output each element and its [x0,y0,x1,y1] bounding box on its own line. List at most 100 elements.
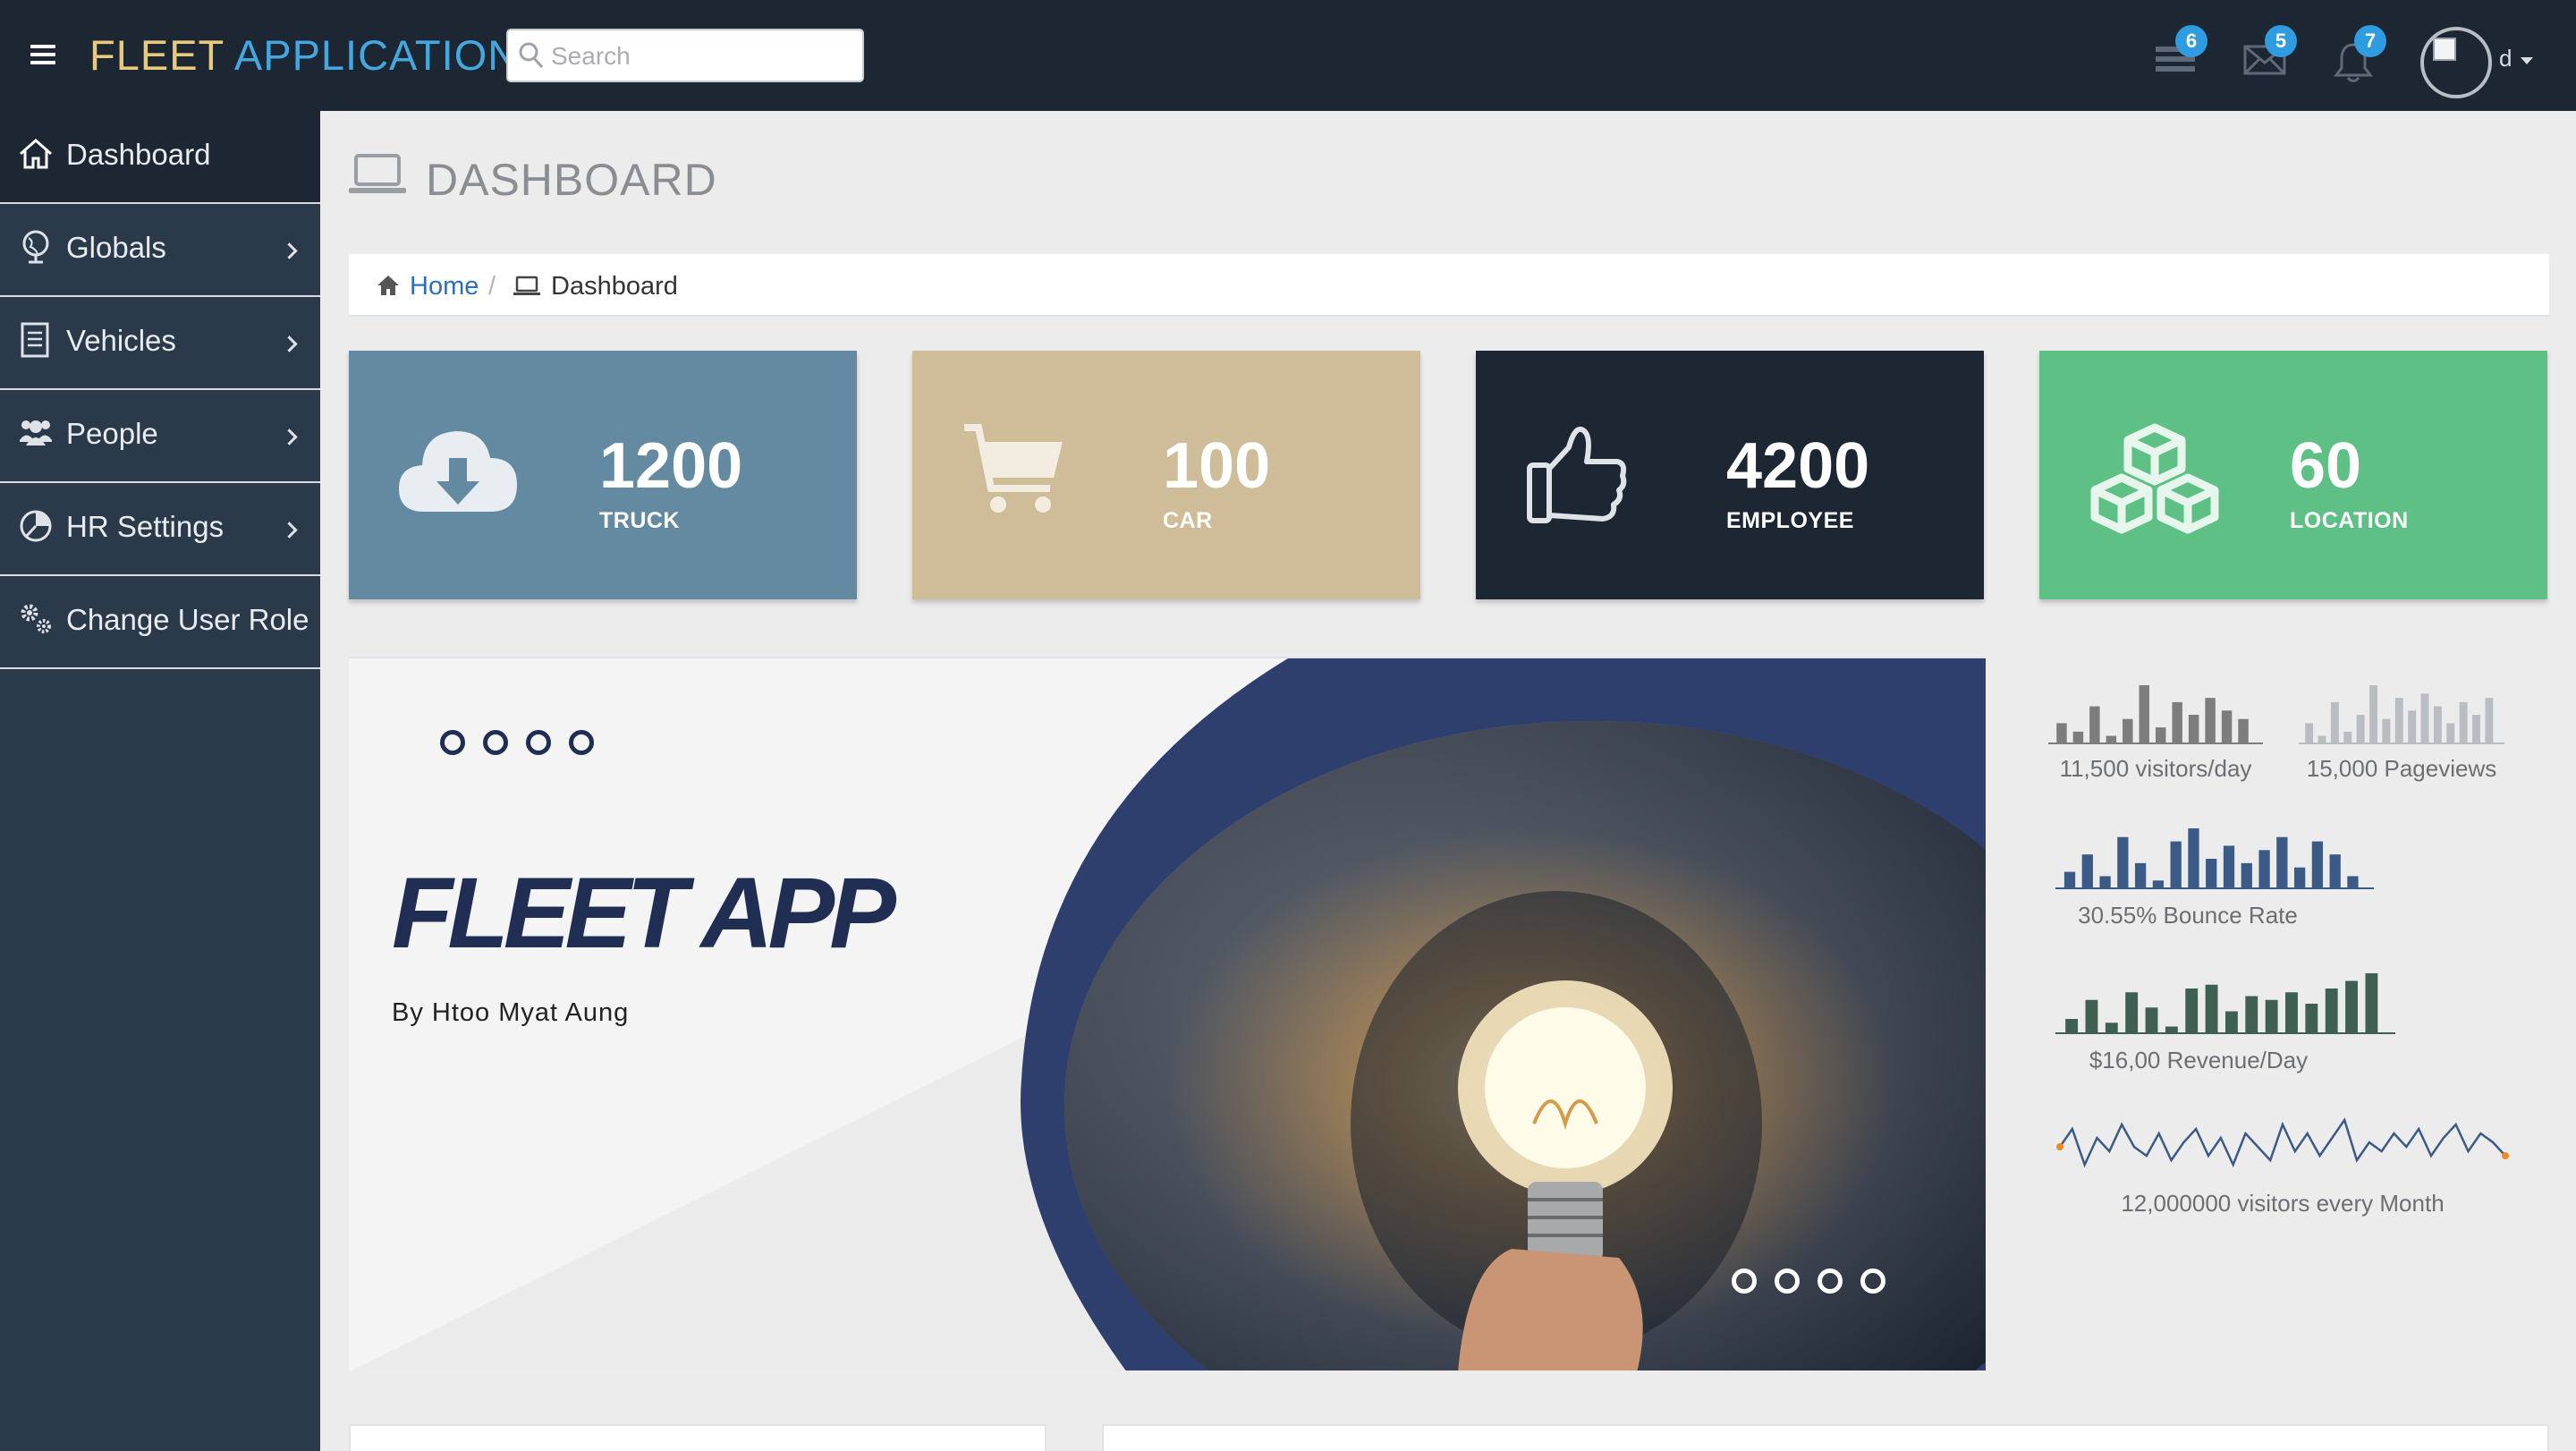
search-icon [519,42,544,69]
sparkline-bar [2258,850,2270,889]
sparkline-bar [2105,1022,2118,1034]
sparkline-bar [2485,698,2494,744]
stat-value: 4200 [1726,430,1870,502]
stat-bounce-rate: 30.55% Bounce Rate [2055,823,2374,936]
stat-pageviews: 15,000 Pageviews [2299,680,2504,787]
sparkline-bar [2117,836,2129,889]
broken-image-icon [2433,38,2456,61]
home-icon [377,276,399,295]
stat-card-car[interactable]: 100 CAR [912,351,1420,599]
sidebar-item-hr-settings[interactable]: HR Settings [0,483,320,576]
sidebar-item-label: Vehicles [66,324,176,357]
search-input[interactable] [551,38,855,75]
pie-chart-icon [20,510,52,542]
carousel-dot[interactable] [526,730,551,755]
sidebar-item-label: Dashboard [66,138,211,171]
stat-caption: 30.55% Bounce Rate [2078,902,2298,929]
globe-icon [22,230,49,264]
chevron-right-icon [281,335,298,352]
menu-toggle-icon[interactable] [30,45,55,64]
sparkline-bar [2365,973,2378,1034]
notifications-button[interactable]: 7 [2329,25,2386,82]
banner-subtitle: By Htoo Myat Aung [392,998,630,1027]
sparkline-bar [2206,859,2217,889]
shopping-cart-icon [964,424,1063,513]
brand-part1: FLEET [89,31,225,79]
sparkline-bar [2265,999,2278,1034]
carousel-dot[interactable] [1732,1269,1757,1294]
top-navbar: FLEET APPLICATION 6 5 7 [0,0,2576,111]
sparkline-bar [2446,723,2455,744]
sparkline-bar [2329,854,2341,889]
sparkline-bar [2205,984,2218,1034]
carousel-dot[interactable] [483,730,508,755]
breadcrumb-home-link[interactable]: Home [410,272,479,301]
tasks-button[interactable]: 6 [2150,25,2207,82]
sparkline-bar [2221,710,2233,744]
monthly-visitors-line-sparkline [2056,1117,2509,1168]
breadcrumb-separator: / [488,272,496,301]
sparkline-bar [2356,715,2365,744]
user-name[interactable]: d [2499,45,2512,72]
sparkline-bar [2152,880,2165,889]
chevron-down-icon[interactable] [2521,57,2533,64]
carousel-dot[interactable] [1818,1269,1843,1294]
bottom-panel-left [349,1424,1046,1451]
sparkline-bar [2347,876,2359,889]
sidebar-item-people[interactable]: People [0,390,320,483]
sparkline-endpoint [2502,1152,2509,1159]
app-brand[interactable]: FLEET APPLICATION [89,30,519,81]
sparkline-bar [2056,723,2067,744]
sidebar-item-dashboard[interactable]: Dashboard [0,111,320,204]
brand-part2: APPLICATION [233,31,520,79]
chevron-right-icon [281,242,298,259]
sparkline-bar [2311,841,2324,889]
sparkline-bar [2106,735,2117,744]
stat-card-location[interactable]: 60 LOCATION [2039,351,2547,599]
notifications-count-badge: 7 [2354,25,2386,57]
sparkline-bar [2325,989,2338,1034]
sparkline-bar [2241,862,2252,889]
cubes-icon [2090,423,2219,534]
sidebar-item-change-user-role[interactable]: Change User Role [0,576,320,669]
avatar[interactable] [2420,27,2492,98]
sparkline-bar [2420,693,2429,744]
sparkline-bar [2276,836,2288,889]
stat-visitors-day: 11,500 visitors/day [2048,680,2263,787]
stat-card-employee[interactable]: 4200 EMPLOYEE [1476,351,1984,599]
sparkline-bar [2285,992,2298,1034]
messages-button[interactable]: 5 [2240,25,2297,82]
chevron-right-icon [281,429,298,445]
sidebar: Dashboard Globals Vehicles People HR Set… [0,111,320,1451]
carousel-dot[interactable] [1775,1269,1800,1294]
sparkline-bar [2408,710,2417,744]
stat-card-truck[interactable]: 1200 TRUCK [349,351,857,599]
breadcrumb: Home / Dashboard [349,254,2549,317]
sparkline-bar [2123,718,2133,744]
sparkline-bar [2170,841,2182,889]
sidebar-item-vehicles[interactable]: Vehicles [0,297,320,390]
page-title: DASHBOARD [426,155,717,205]
stat-value: 100 [1163,430,1271,502]
carousel-dot[interactable] [1860,1269,1885,1294]
sparkline-bar [2188,828,2199,889]
stat-caption: 12,000000 visitors every Month [2121,1190,2445,1217]
carousel-dot[interactable] [569,730,594,755]
sparkline-bar [2135,862,2147,889]
stat-label: TRUCK [599,508,680,533]
carousel-dot[interactable] [440,730,465,755]
tasks-count-badge: 6 [2175,25,2207,57]
sidebar-item-globals[interactable]: Globals [0,204,320,297]
sparkline-bar [2305,1004,2318,1034]
home-icon [20,138,52,169]
sparkline-bar [2188,715,2199,744]
sidebar-item-label: HR Settings [66,510,225,543]
stat-caption: $16,00 Revenue/Day [2089,1047,2309,1073]
sparkline-bar [2081,854,2093,889]
sparkline-endpoint [2056,1143,2063,1150]
sparkline-bar [2165,1026,2178,1034]
sparkline-bar [2225,1011,2238,1034]
sidebar-item-label: Change User Role [66,603,309,636]
search-box[interactable] [506,29,864,82]
sparkline-bar [2099,876,2111,889]
